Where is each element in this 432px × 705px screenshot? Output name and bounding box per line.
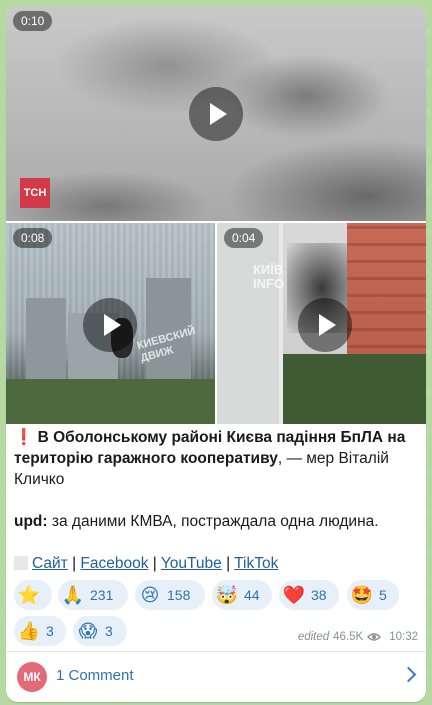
video-1[interactable]: ТСН 0:10 (6, 6, 426, 221)
links-line: Сайт | Facebook | YouTube | TikTok (14, 553, 418, 574)
video-3[interactable]: КИЇВ INFO 0:04 (217, 223, 426, 424)
message-text: ❗ В Оболонському районі Києва падіння Бп… (14, 427, 418, 574)
exclamation-icon: ❗ (14, 429, 34, 446)
reaction-count: 3 (46, 623, 54, 639)
trees (279, 354, 426, 424)
message-time: 10:32 (389, 631, 418, 643)
pray-icon: 🙏 (61, 584, 85, 605)
message-bubble: ТСН 0:10 КИЕВСКИЙ ДВИЖ 0:08 КИЇВ INFO 0:… (6, 6, 426, 702)
play-icon[interactable] (189, 87, 243, 141)
star-struck-icon: 🤩 (350, 584, 374, 605)
reaction-count: 3 (105, 623, 113, 639)
crying-face-icon: 😢 (140, 584, 160, 605)
headline: ❗ В Оболонському районі Києва падіння Бп… (14, 427, 418, 490)
reaction-count: 231 (90, 587, 114, 603)
reaction-crying[interactable]: 😢 158 (135, 580, 205, 610)
link-separator: | (152, 555, 157, 572)
reaction-count: 158 (167, 587, 191, 603)
reaction-count: 38 (311, 587, 327, 603)
reaction-screaming[interactable]: 😱 3 (73, 616, 127, 646)
link-separator: | (72, 555, 77, 572)
reaction-count: 44 (244, 587, 260, 603)
link-youtube[interactable]: YouTube (161, 555, 222, 572)
kyiv-info-watermark: КИЇВ INFO (253, 262, 285, 291)
link-tiktok[interactable]: TikTok (234, 555, 278, 572)
heart-icon: ❤️ (282, 584, 306, 605)
reaction-heart[interactable]: ❤️ 38 (279, 580, 339, 610)
eye-icon (367, 633, 382, 641)
square-icon (14, 556, 28, 570)
video-3-duration: 0:04 (224, 228, 264, 248)
upd-label: upd: (14, 513, 48, 530)
star-icon: ⭐ (17, 584, 41, 605)
tsn-logo: ТСН (20, 178, 50, 208)
reaction-star[interactable]: ⭐ (14, 580, 52, 610)
avatar: МК (17, 662, 47, 692)
link-facebook[interactable]: Facebook (80, 555, 148, 572)
window-frame (217, 223, 283, 424)
reaction-exploding-head[interactable]: 🤯 44 (212, 580, 272, 610)
message-meta: edited 46.5K 10:32 (298, 631, 418, 643)
edited-label: edited (297, 631, 330, 643)
view-count: 46.5K (333, 631, 364, 643)
video-2-duration: 0:08 (13, 228, 53, 248)
update-line: upd: за даними КМВА, постраждала одна лю… (14, 511, 418, 532)
reaction-thumbs-up[interactable]: 👍 3 (14, 616, 66, 646)
play-icon[interactable] (83, 298, 137, 352)
video-2[interactable]: КИЕВСКИЙ ДВИЖ 0:08 (6, 223, 215, 424)
upd-text: за даними КМВА, постраждала одна людина. (47, 513, 379, 530)
trees (6, 379, 215, 424)
link-site[interactable]: Сайт (32, 555, 68, 572)
reaction-pray[interactable]: 🙏 231 (58, 580, 128, 610)
reaction-count: 5 (379, 587, 387, 603)
reaction-star-struck[interactable]: 🤩 5 (347, 580, 399, 610)
comments-button[interactable]: МК 1 Comment (6, 652, 426, 702)
link-separator: | (226, 555, 231, 572)
play-icon[interactable] (298, 298, 352, 352)
exploding-head-icon: 🤯 (215, 584, 239, 605)
video-1-duration: 0:10 (13, 11, 53, 31)
screaming-face-icon: 😱 (78, 620, 98, 641)
thumbs-up-icon: 👍 (17, 620, 41, 641)
chevron-right-icon (400, 666, 417, 683)
comments-label: 1 Comment (56, 667, 134, 684)
